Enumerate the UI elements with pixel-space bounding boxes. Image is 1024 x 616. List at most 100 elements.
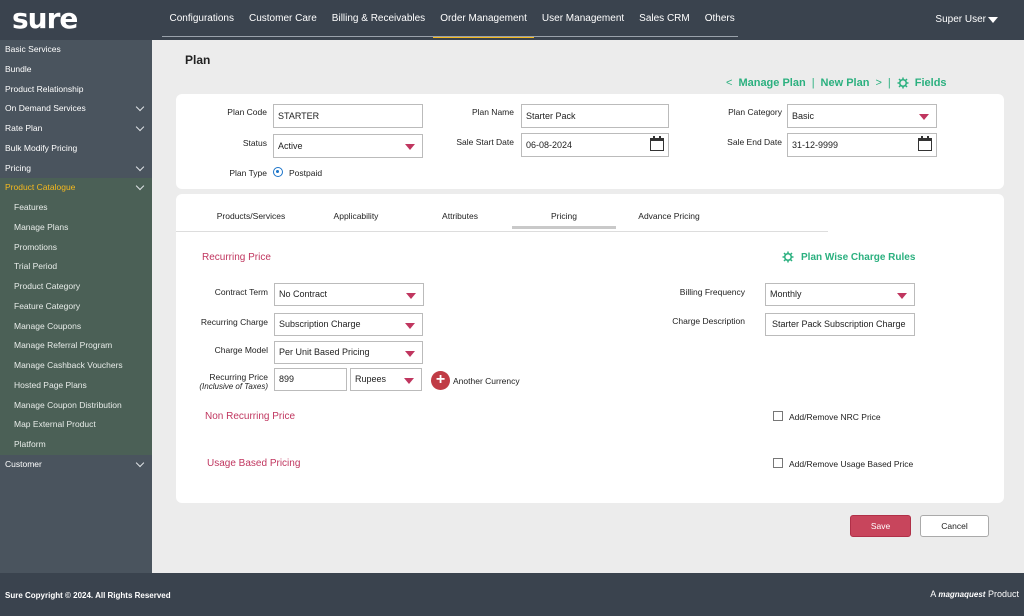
tab-advance-pricing[interactable]: Advance Pricing xyxy=(628,203,710,229)
calendar-icon[interactable] xyxy=(918,136,932,151)
sale-end-label: Sale End Date xyxy=(727,137,782,147)
calendar-icon[interactable] xyxy=(650,136,664,151)
caret-down-icon xyxy=(405,144,415,150)
recurring-price-title: Recurring Price xyxy=(202,252,271,263)
caret-down-icon[interactable] xyxy=(988,17,998,23)
caret-down-icon xyxy=(405,351,415,357)
sidebar-item-pricing[interactable]: Pricing xyxy=(0,159,152,179)
nav-sales-crm[interactable]: Sales CRM xyxy=(632,0,698,38)
sale-start-input[interactable]: 06-08-2024 xyxy=(521,133,669,157)
charge-description-label: Charge Description xyxy=(672,316,745,326)
new-plan-link[interactable]: New Plan xyxy=(821,77,870,89)
sidebar-item-label: Platform xyxy=(14,439,46,449)
nav-billing-receivables[interactable]: Billing & Receivables xyxy=(324,0,432,38)
nav-order-management[interactable]: Order Management xyxy=(432,0,535,38)
nav-divider xyxy=(162,36,738,37)
sidebar-item-hosted-page-plans[interactable]: Hosted Page Plans xyxy=(0,375,152,396)
fields-link[interactable]: Fields xyxy=(915,77,947,89)
sidebar-item-product-category[interactable]: Product Category xyxy=(0,277,152,297)
breadcrumb: < Manage Plan | New Plan > | Fields xyxy=(726,77,947,89)
tabs-divider xyxy=(176,231,828,232)
postpaid-radio[interactable] xyxy=(273,167,283,177)
sidebar-item-manage-referral-program[interactable]: Manage Referral Program xyxy=(0,336,152,356)
charge-model-value: Per Unit Based Pricing xyxy=(279,347,370,357)
chevron-down-icon[interactable] xyxy=(135,182,145,191)
sidebar-item-bulk-modify-pricing[interactable]: Bulk Modify Pricing xyxy=(0,139,152,159)
non-recurring-price-title: Non Recurring Price xyxy=(205,411,296,422)
sidebar-item-basic-services[interactable]: Basic Services xyxy=(0,40,152,60)
charge-description-input[interactable]: Starter Pack Subscription Charge xyxy=(765,313,915,336)
nav-user-management[interactable]: User Management xyxy=(534,0,631,38)
sidebar-item-trial-period[interactable]: Trial Period xyxy=(0,257,152,277)
chevron-down-icon[interactable] xyxy=(135,103,145,112)
sidebar-item-label: Customer xyxy=(5,458,42,469)
nav-others[interactable]: Others xyxy=(697,0,742,38)
recurring-price-label: Recurring Price xyxy=(209,372,268,382)
sidebar-item-product-catalogue[interactable]: Product Catalogue xyxy=(0,178,152,198)
nrc-checkbox-label: Add/Remove NRC Price xyxy=(789,412,881,422)
sale-start-value: 06-08-2024 xyxy=(526,140,573,150)
sidebar-item-label: Basic Services xyxy=(5,44,61,54)
plan-wise-charge-rules-link[interactable]: Plan Wise Charge Rules xyxy=(801,252,915,263)
sidebar-item-feature-category[interactable]: Feature Category xyxy=(0,296,152,317)
nav-customer-care[interactable]: Customer Care xyxy=(241,0,324,38)
currency-select[interactable]: Rupees xyxy=(350,368,422,391)
sale-end-input[interactable]: 31-12-9999 xyxy=(787,133,937,157)
tab-applicability[interactable]: Applicability xyxy=(318,203,394,229)
cancel-button[interactable]: Cancel xyxy=(920,515,989,537)
plan-category-label: Plan Category xyxy=(728,107,782,117)
user-menu[interactable]: Super User xyxy=(935,14,986,25)
contract-term-select[interactable]: No Contract xyxy=(274,283,424,306)
manage-plan-link[interactable]: Manage Plan xyxy=(738,77,805,89)
prev-arrow-icon[interactable]: < xyxy=(726,77,732,89)
sidebar-item-platform[interactable]: Platform xyxy=(0,435,152,455)
recurring-price-input[interactable]: 899 xyxy=(274,368,347,391)
powered-prefix: A xyxy=(930,589,936,599)
contract-term-value: No Contract xyxy=(279,289,328,299)
gear-icon[interactable] xyxy=(782,251,794,263)
sidebar-item-label: Bulk Modify Pricing xyxy=(5,142,78,153)
tab-products-services[interactable]: Products/Services xyxy=(205,203,297,229)
plan-name-input[interactable]: Starter Pack xyxy=(521,104,669,128)
plan-code-input[interactable]: STARTER xyxy=(273,104,423,128)
gear-icon[interactable] xyxy=(897,77,909,89)
status-select[interactable]: Active xyxy=(273,134,423,158)
sidebar-item-bundle[interactable]: Bundle xyxy=(0,60,152,80)
chevron-down-icon[interactable] xyxy=(135,162,145,171)
sidebar-item-label: Product Catalogue xyxy=(5,182,76,193)
chevron-down-icon[interactable] xyxy=(135,122,145,132)
sidebar-item-product-relationship[interactable]: Product Relationship xyxy=(0,80,152,100)
nav-configurations[interactable]: Configurations xyxy=(162,0,241,38)
sidebar-item-rate-plan[interactable]: Rate Plan xyxy=(0,119,152,139)
magnaquest-logo: magnaquest xyxy=(938,590,986,599)
sidebar-item-label: Manage Plans xyxy=(14,221,69,232)
usage-checkbox[interactable] xyxy=(773,458,783,468)
sidebar-item-manage-coupon-distribution[interactable]: Manage Coupon Distribution xyxy=(0,395,152,416)
sidebar-item-features[interactable]: Features xyxy=(0,198,152,218)
charge-model-select[interactable]: Per Unit Based Pricing xyxy=(274,341,423,364)
plan-category-value: Basic xyxy=(792,111,815,121)
billing-frequency-select[interactable]: Monthly xyxy=(765,283,915,306)
usage-checkbox-label: Add/Remove Usage Based Price xyxy=(789,459,914,469)
another-currency-link[interactable]: Another Currency xyxy=(453,376,520,386)
chevron-down-icon[interactable] xyxy=(135,458,145,467)
sidebar-item-map-external-product[interactable]: Map External Product xyxy=(0,415,152,435)
nrc-checkbox[interactable] xyxy=(773,411,783,421)
sidebar-item-on-demand-services[interactable]: On Demand Services xyxy=(0,99,152,119)
sidebar-item-manage-plans[interactable]: Manage Plans xyxy=(0,217,152,238)
sidebar-item-customer[interactable]: Customer xyxy=(0,455,152,475)
sure-logo[interactable]: sure xyxy=(12,2,78,35)
recurring-charge-select[interactable]: Subscription Charge xyxy=(274,313,423,336)
sidebar-item-promotions[interactable]: Promotions xyxy=(0,237,152,258)
tab-attributes[interactable]: Attributes xyxy=(425,203,495,229)
sidebar-item-label: Hosted Page Plans xyxy=(14,379,87,390)
sidebar-item-label: Rate Plan xyxy=(5,123,43,133)
sidebar-item-manage-coupons[interactable]: Manage Coupons xyxy=(0,316,152,337)
add-currency-icon[interactable]: + xyxy=(431,371,450,390)
sidebar-item-manage-cashback-vouchers[interactable]: Manage Cashback Vouchers xyxy=(0,356,152,376)
tab-pricing[interactable]: Pricing xyxy=(512,203,616,229)
caret-down-icon xyxy=(405,323,415,329)
plan-category-select[interactable]: Basic xyxy=(787,104,937,128)
save-button[interactable]: Save xyxy=(850,515,911,537)
next-arrow-icon[interactable]: > xyxy=(875,77,881,89)
